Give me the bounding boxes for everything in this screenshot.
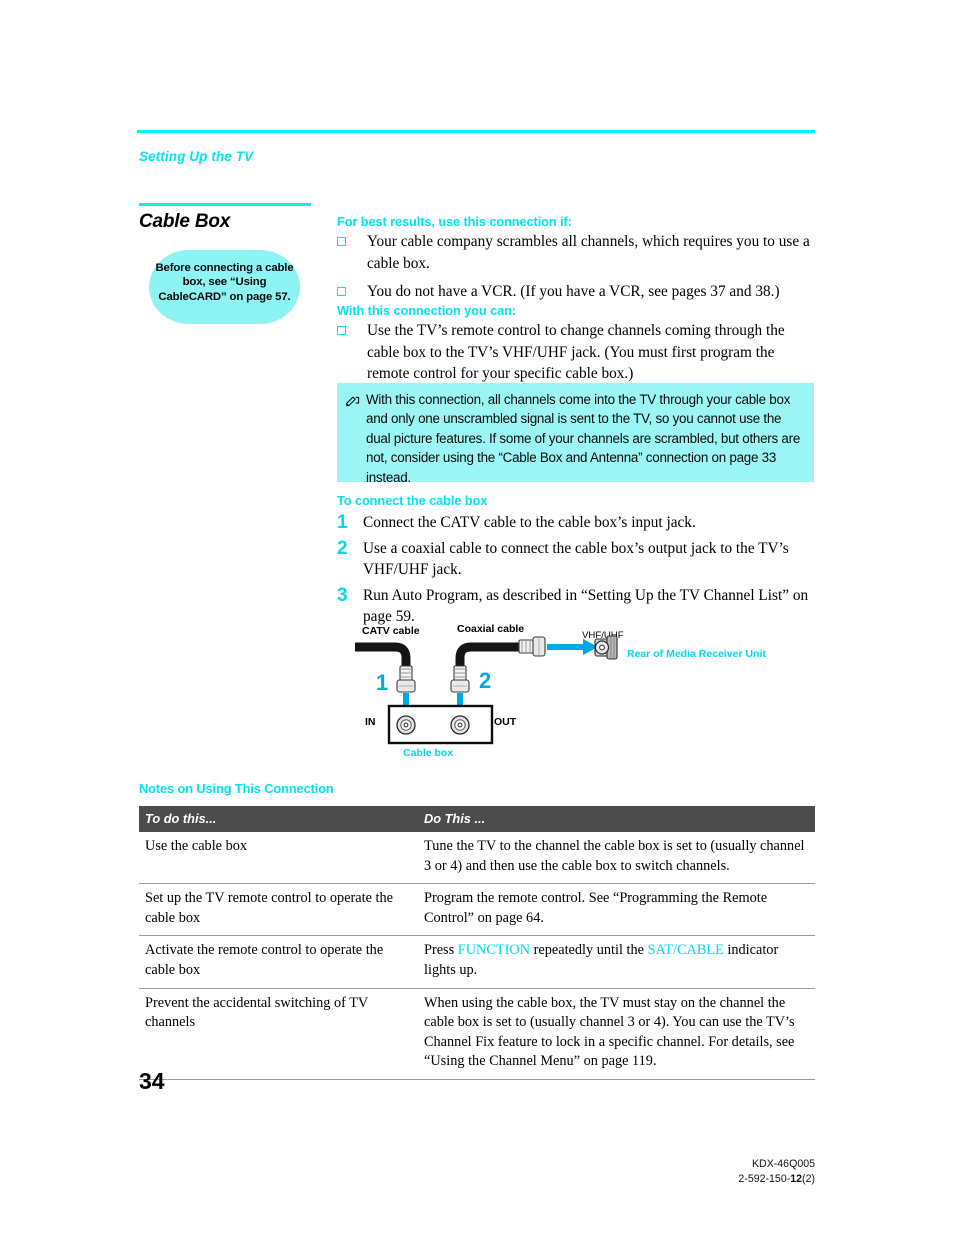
cell-text: When using the cable box, the TV must st… bbox=[424, 994, 795, 1070]
step-item: 1 Connect the CATV cable to the cable bo… bbox=[337, 512, 817, 534]
doc-code-revision: 12 bbox=[790, 1173, 803, 1185]
heading-notes-on-connection: Notes on Using This Connection bbox=[139, 781, 334, 796]
step-number: 2 bbox=[337, 537, 348, 559]
column-header-do-this: Do This ... bbox=[418, 806, 815, 832]
top-rule-divider bbox=[137, 130, 815, 133]
with-connection-list: Use the TV’s remote control to change ch… bbox=[337, 320, 807, 392]
step-number: 3 bbox=[337, 584, 348, 606]
coaxial-connector-right bbox=[518, 636, 546, 657]
steps-list: 1 Connect the CATV cable to the cable bo… bbox=[337, 512, 817, 632]
manual-page: Setting Up the TV Cable Box Before conne… bbox=[0, 0, 954, 1235]
cell-do-this: Press FUNCTION repeatedly until the SAT/… bbox=[418, 935, 815, 989]
page-title: Cable Box bbox=[139, 211, 231, 232]
diagram-graphics bbox=[355, 635, 618, 745]
list-item: Your cable company scrambles all channel… bbox=[337, 231, 817, 274]
cell-do-this: Program the remote control. See “Program… bbox=[418, 883, 815, 937]
cable-box-out-jack bbox=[450, 715, 470, 735]
callout-text: Before connecting a cable box, see “Usin… bbox=[155, 262, 294, 303]
keyword-function: FUNCTION bbox=[457, 942, 531, 959]
cell-to-do: Activate the remote control to operate t… bbox=[139, 935, 418, 989]
step-item: 2 Use a coaxial cable to connect the cab… bbox=[337, 538, 817, 581]
table-header-row: To do this... Do This ... bbox=[139, 806, 815, 832]
coaxial-connector-down bbox=[450, 665, 470, 693]
page-number: 34 bbox=[139, 1068, 165, 1094]
callout-bubble: Before connecting a cable box, see “Usin… bbox=[149, 250, 300, 324]
table-row: Set up the TV remote control to operate … bbox=[139, 883, 815, 937]
heading-to-connect: To connect the cable box bbox=[337, 493, 488, 508]
cell-text: Program the remote control. See “Program… bbox=[424, 890, 768, 926]
vhf-uhf-jack bbox=[594, 635, 618, 660]
cell-text-mid: repeatedly until the bbox=[530, 942, 648, 959]
list-item: Use the TV’s remote control to change ch… bbox=[337, 320, 807, 385]
note-text: With this connection, all channels come … bbox=[366, 392, 801, 485]
cell-to-do: Set up the TV remote control to operate … bbox=[139, 883, 418, 937]
section-rule-divider bbox=[139, 203, 311, 206]
step-text: Connect the CATV cable to the cable box’… bbox=[363, 514, 696, 531]
step-number: 1 bbox=[337, 512, 348, 533]
heading-with-this-connection: With this connection you can: bbox=[337, 303, 516, 318]
cell-to-do: Prevent the accidental switching of TV c… bbox=[139, 988, 418, 1080]
list-item-text: Your cable company scrambles all channel… bbox=[367, 233, 810, 272]
cable-box-in-jack bbox=[396, 715, 416, 735]
list-item-text: You do not have a VCR. (If you have a VC… bbox=[367, 283, 780, 300]
square-bullet-icon bbox=[337, 287, 346, 296]
cell-do-this: When using the cable box, the TV must st… bbox=[418, 988, 815, 1080]
cell-to-do: Use the cable box bbox=[139, 832, 418, 885]
cell-do-this: Tune the TV to the channel the cable box… bbox=[418, 832, 815, 885]
document-code: 2-592-150-12(2) bbox=[738, 1172, 815, 1187]
running-head: Setting Up the TV bbox=[139, 149, 254, 164]
doc-code-prefix: 2-592-150- bbox=[738, 1173, 791, 1185]
cell-text: Tune the TV to the channel the cable box… bbox=[424, 838, 805, 874]
table-row: Prevent the accidental switching of TV c… bbox=[139, 988, 815, 1080]
doc-code-suffix: (2) bbox=[802, 1173, 815, 1185]
list-item: You do not have a VCR. (If you have a VC… bbox=[337, 281, 817, 303]
notes-table: To do this... Do This ... Use the cable … bbox=[139, 806, 815, 1080]
cell-text-pre: Press bbox=[424, 942, 458, 959]
catv-connector bbox=[396, 665, 416, 693]
note-pencil-icon bbox=[345, 394, 360, 412]
arrow-to-vhf-uhf-jack bbox=[547, 639, 598, 655]
model-code: KDX-46Q005 bbox=[751, 1158, 815, 1170]
list-item-text: Use the TV’s remote control to change ch… bbox=[367, 322, 785, 382]
table-row: Use the cable box Tune the TV to the cha… bbox=[139, 832, 815, 885]
footer-codes: KDX-46Q005 2-592-150-12(2) bbox=[738, 1157, 815, 1187]
keyword-sat-cable: SAT/CABLE bbox=[647, 942, 724, 959]
best-results-list: Your cable company scrambles all channel… bbox=[337, 231, 817, 310]
square-bullet-icon bbox=[337, 237, 346, 246]
square-bullet-icon bbox=[337, 326, 346, 335]
heading-best-results: For best results, use this connection if… bbox=[337, 214, 572, 229]
column-header-to-do: To do this... bbox=[139, 806, 418, 832]
step-text: Use a coaxial cable to connect the cable… bbox=[363, 539, 789, 579]
note-box: With this connection, all channels come … bbox=[337, 383, 814, 485]
connection-diagram: CATV cable Coaxial cable VHF/UHF Rear of… bbox=[355, 620, 805, 770]
table-row: Activate the remote control to operate t… bbox=[139, 935, 815, 989]
